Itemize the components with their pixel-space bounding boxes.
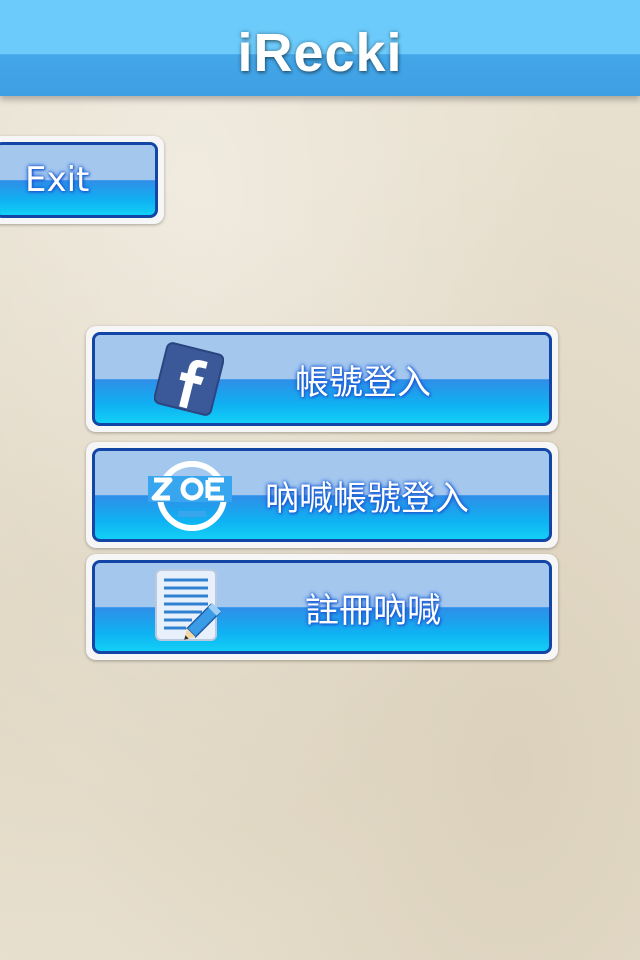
register-frame: 註冊吶喊 — [86, 554, 558, 660]
exit-button-label: Exit — [25, 160, 90, 200]
notepad-pencil-icon — [152, 568, 228, 648]
exit-button-frame: Exit — [0, 136, 164, 224]
recki-login-frame: 吶喊帳號登入 — [86, 442, 558, 548]
facebook-login-frame: 帳號登入 — [86, 326, 558, 432]
facebook-icon — [153, 342, 225, 420]
app-title: iRecki — [237, 23, 403, 83]
exit-button[interactable]: Exit — [0, 142, 158, 218]
register-label: 註冊吶喊 — [305, 590, 441, 631]
recki-login-label: 吶喊帳號登入 — [265, 478, 469, 519]
facebook-login-label: 帳號登入 — [295, 362, 431, 403]
app-header: iRecki — [0, 0, 640, 96]
wow-face-icon — [148, 456, 232, 538]
